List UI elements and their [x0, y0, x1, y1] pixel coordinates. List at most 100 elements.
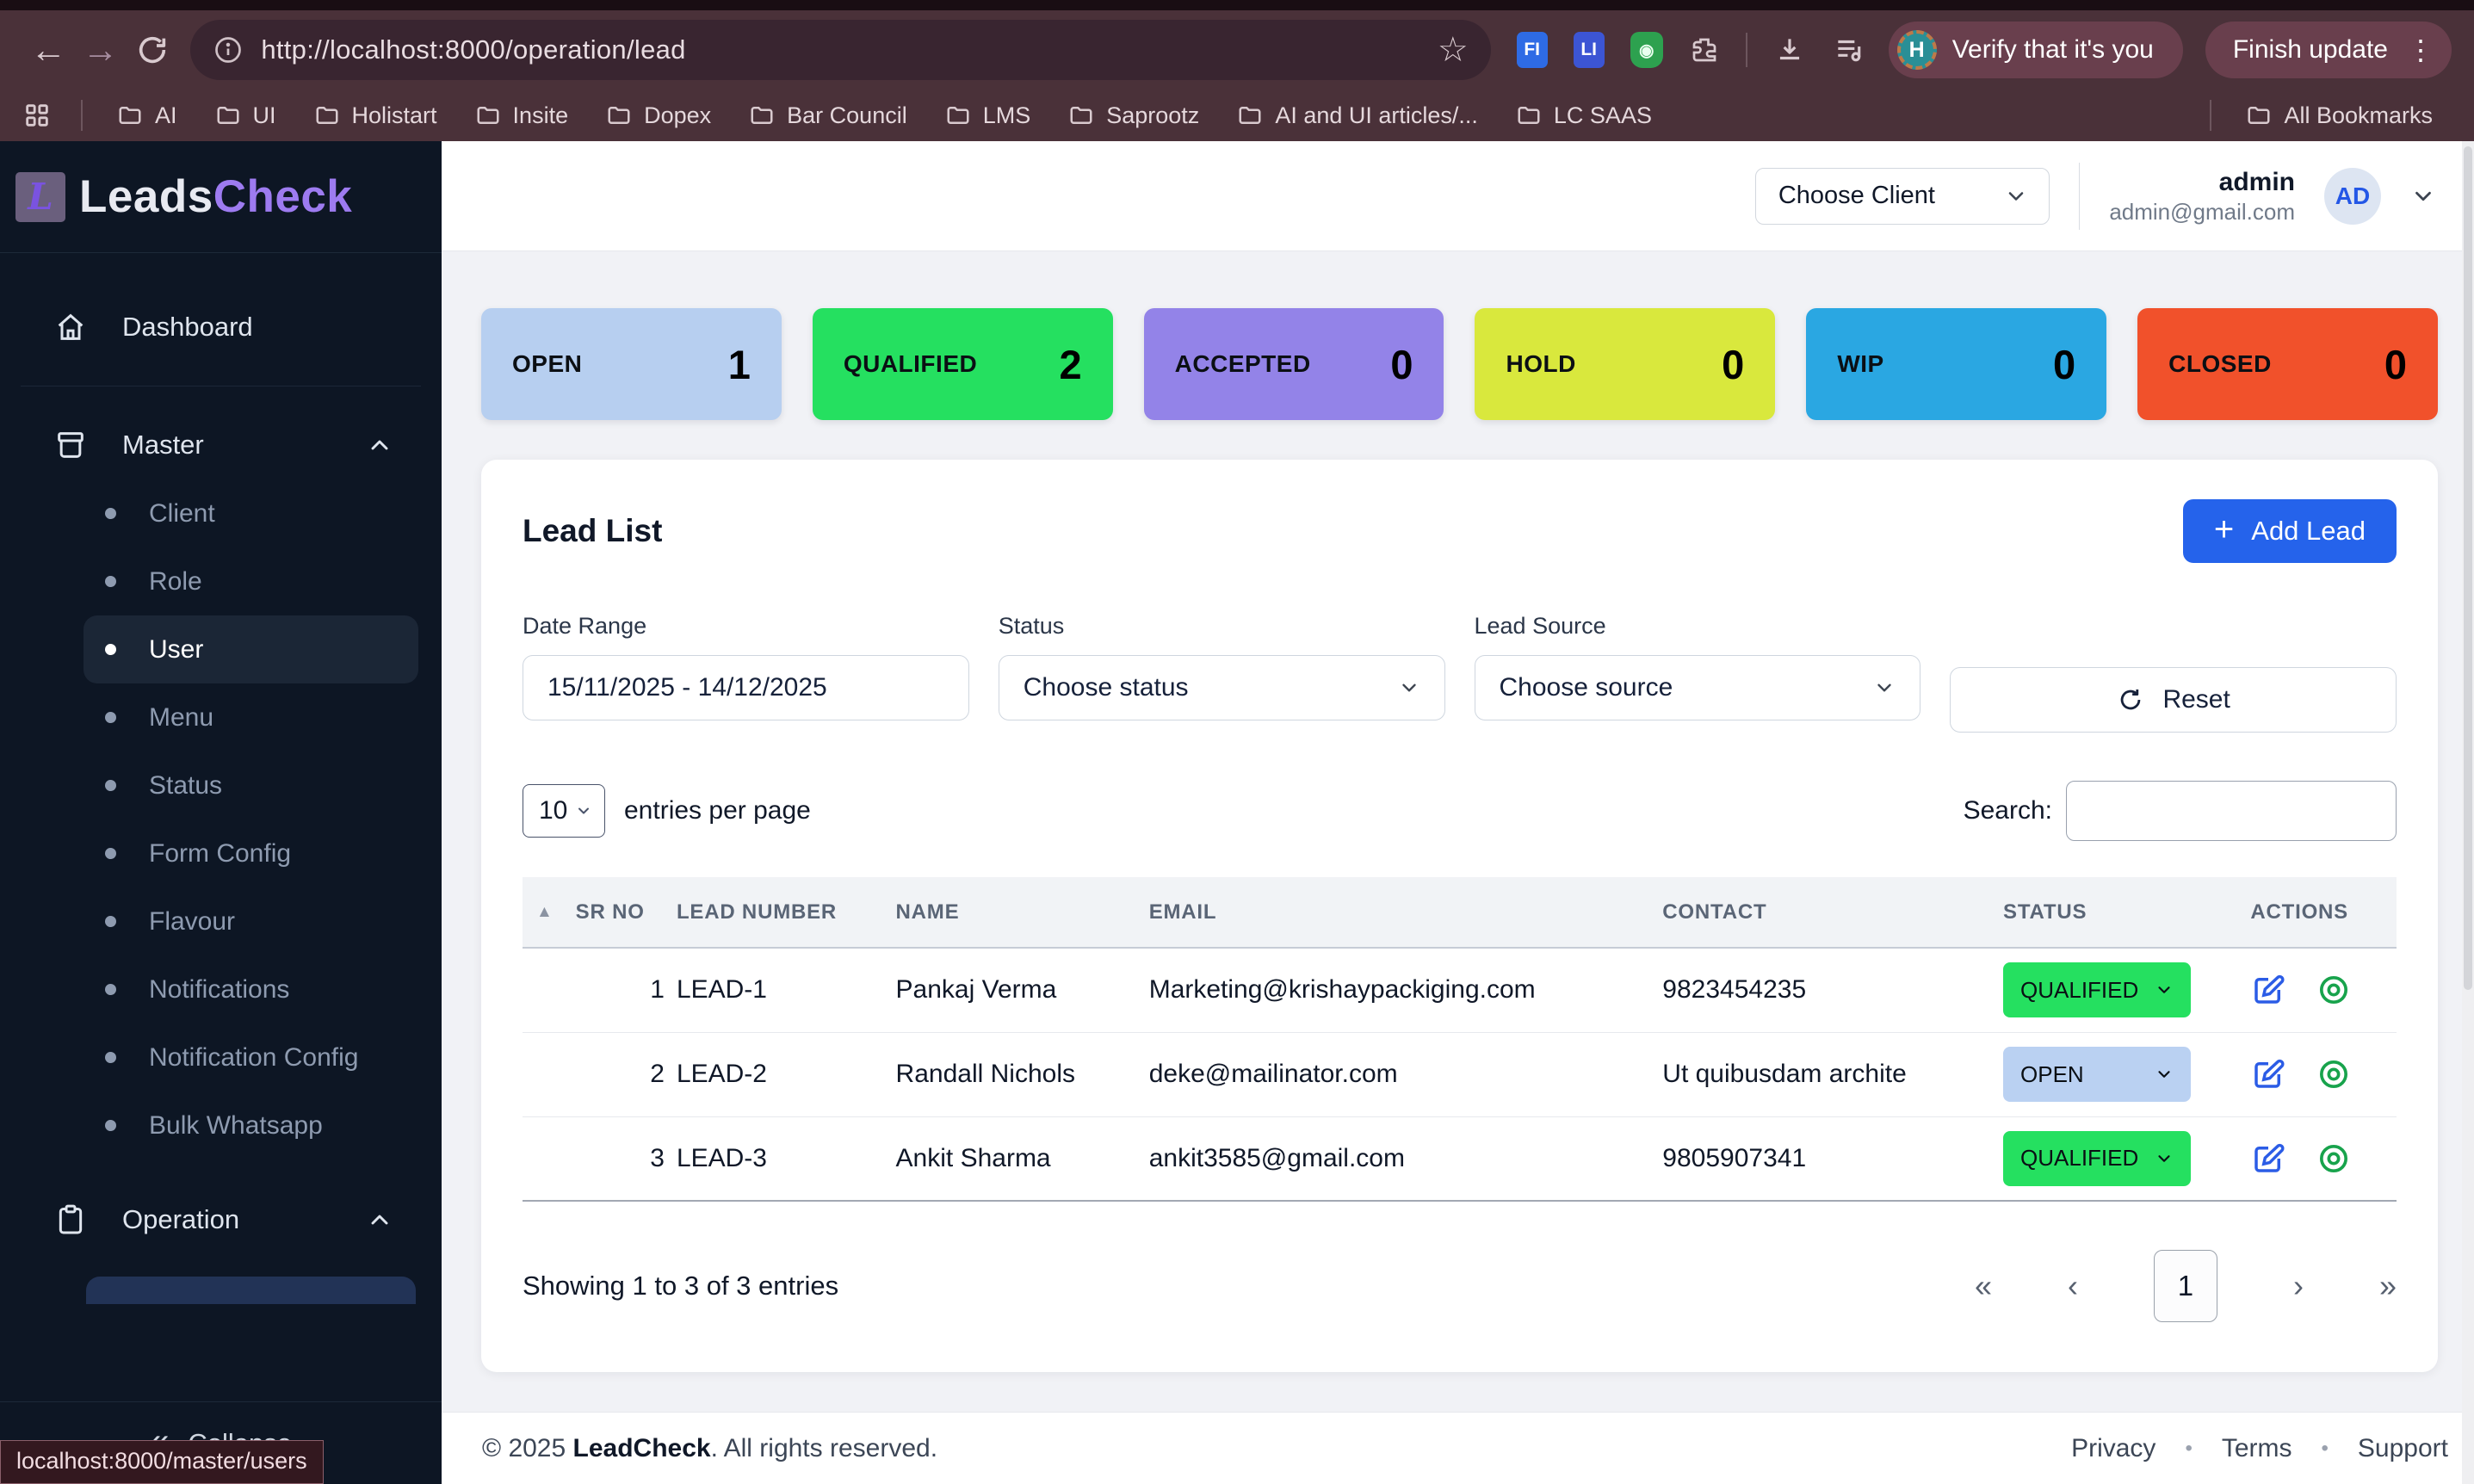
- email-cell: Marketing@krishaypackiging.com: [1148, 948, 1663, 1033]
- address-bar[interactable]: http://localhost:8000/operation/lead ☆: [190, 20, 1491, 80]
- bookmark-folder[interactable]: Saprootz: [1068, 102, 1199, 129]
- bookmark-folder[interactable]: AI and UI articles/...: [1237, 102, 1478, 129]
- table-header-cell[interactable]: ACTIONS: [2250, 877, 2397, 949]
- pagination-first-button[interactable]: «: [1975, 1268, 1992, 1304]
- actions-cell: [2250, 948, 2397, 1033]
- extension-shield-icon[interactable]: ◉: [1630, 32, 1663, 68]
- sidebar-active-item-partial[interactable]: [86, 1277, 416, 1304]
- extension-li-icon[interactable]: LI: [1573, 32, 1605, 68]
- reload-button[interactable]: [127, 23, 178, 77]
- sidebar-section-master[interactable]: Master: [0, 411, 442, 479]
- bookmark-folder[interactable]: LMS: [945, 102, 1030, 129]
- all-bookmarks[interactable]: All Bookmarks: [2194, 100, 2452, 131]
- email-cell: ankit3585@gmail.com: [1148, 1116, 1663, 1202]
- pagination-page-1[interactable]: 1: [2153, 1250, 2217, 1322]
- bookmark-folder[interactable]: Holistart: [314, 102, 437, 129]
- status-badge-select[interactable]: QUALIFIED: [2003, 962, 2192, 1018]
- puzzle-extensions-icon[interactable]: [1689, 34, 1720, 65]
- status-filter-select[interactable]: Choose status: [998, 655, 1445, 720]
- pagination-next-button[interactable]: ›: [2293, 1268, 2304, 1304]
- bullet-icon: [105, 508, 116, 519]
- table-header-cell[interactable]: CONTACT: [1662, 877, 2004, 949]
- table-header-cell[interactable]: LEAD NUMBER: [676, 877, 896, 949]
- add-lead-button[interactable]: + Add Lead: [2182, 499, 2397, 563]
- edit-icon[interactable]: [2250, 972, 2286, 1008]
- sort-icon[interactable]: ▲: [523, 877, 576, 949]
- bookmark-folder[interactable]: LC SAAS: [1516, 102, 1652, 129]
- table-header-cell[interactable]: SR NO: [575, 877, 677, 949]
- entries-per-page-select[interactable]: 10: [523, 784, 605, 838]
- view-icon[interactable]: [2316, 1057, 2351, 1091]
- table-header-cell[interactable]: STATUS: [2003, 877, 2251, 949]
- sidebar-subitem[interactable]: Form Config: [0, 819, 442, 887]
- sidebar-section-operation[interactable]: Operation: [0, 1185, 442, 1254]
- table-row: 3 LEAD-3 Ankit Sharma ankit3585@gmail.co…: [523, 1116, 2397, 1202]
- apps-grid-icon[interactable]: [22, 101, 52, 130]
- status-card: WIP 0: [1806, 308, 2107, 420]
- bookmark-folder[interactable]: UI: [215, 102, 276, 129]
- sidebar-subitem[interactable]: Status: [0, 751, 442, 819]
- choose-client-select[interactable]: Choose Client: [1754, 167, 2050, 225]
- app-logo[interactable]: L LeadsCheck: [0, 141, 442, 253]
- bookmarks-bar: AI UI Holistart Insite Dopex Bar Council…: [0, 90, 2474, 141]
- status-badge-select[interactable]: QUALIFIED: [2003, 1130, 2192, 1186]
- extension-fi-icon[interactable]: FI: [1516, 32, 1548, 68]
- sidebar-subitem[interactable]: Role: [0, 547, 442, 615]
- footer-link[interactable]: Terms: [2222, 1434, 2292, 1463]
- url-text[interactable]: http://localhost:8000/operation/lead: [261, 34, 685, 65]
- user-email: admin@gmail.com: [2109, 199, 2295, 225]
- avatar[interactable]: AD: [2324, 167, 2381, 225]
- scrollbar-thumb[interactable]: [2464, 146, 2472, 990]
- kebab-menu-icon[interactable]: ⋮: [2402, 34, 2440, 66]
- folder-icon: [1070, 107, 1092, 124]
- site-info-icon[interactable]: [213, 34, 244, 65]
- status-badge-select[interactable]: OPEN: [2003, 1047, 2192, 1102]
- bookmark-folder[interactable]: Dopex: [606, 102, 711, 129]
- playlist-icon[interactable]: [1832, 34, 1866, 66]
- search-input[interactable]: [2066, 781, 2397, 841]
- bookmark-star-icon[interactable]: ☆: [1438, 30, 1469, 70]
- table-header-cell[interactable]: EMAIL: [1148, 877, 1663, 949]
- verify-identity-button[interactable]: H Verify that it's you: [1888, 22, 2183, 78]
- sidebar-item-dashboard[interactable]: Dashboard: [0, 293, 442, 362]
- date-range-value: 15/11/2025 - 14/12/2025: [547, 673, 827, 702]
- status-card-value: 0: [2384, 341, 2407, 387]
- finish-update-button[interactable]: Finish update ⋮: [2205, 22, 2452, 78]
- pagination-prev-button[interactable]: ‹: [2068, 1268, 2078, 1304]
- edit-icon[interactable]: [2250, 1141, 2286, 1177]
- forward-button[interactable]: →: [74, 23, 126, 77]
- footer-link[interactable]: Support: [2358, 1434, 2448, 1463]
- sidebar-subitem[interactable]: Client: [0, 479, 442, 547]
- sidebar-subitem[interactable]: Notifications: [0, 955, 442, 1023]
- view-icon[interactable]: [2316, 973, 2351, 1007]
- back-button[interactable]: ←: [22, 23, 74, 77]
- showing-entries-text: Showing 1 to 3 of 3 entries: [523, 1271, 839, 1301]
- sidebar-subitem[interactable]: Flavour: [0, 887, 442, 955]
- row-spacer-cell: [523, 948, 576, 1033]
- sidebar-subitem[interactable]: Menu: [0, 683, 442, 751]
- bookmark-folder[interactable]: Bar Council: [749, 102, 907, 129]
- downloads-icon[interactable]: [1773, 34, 1806, 66]
- view-icon[interactable]: [2316, 1141, 2351, 1176]
- sidebar-subitem[interactable]: User: [83, 615, 418, 683]
- footer-link[interactable]: Privacy: [2071, 1434, 2155, 1463]
- status-card-label: HOLD: [1506, 350, 1576, 377]
- date-range-input[interactable]: 15/11/2025 - 14/12/2025: [523, 655, 969, 720]
- lead-number-cell: LEAD-2: [676, 1032, 896, 1117]
- scrollbar[interactable]: [2462, 141, 2474, 1484]
- sidebar-subitem[interactable]: Notification Config: [0, 1023, 442, 1091]
- sidebar-subitem-label: Status: [149, 770, 223, 800]
- user-menu-chevron-icon[interactable]: [2410, 183, 2436, 209]
- actions-cell: [2250, 1116, 2397, 1202]
- pagination-last-button[interactable]: »: [2379, 1268, 2397, 1304]
- sidebar-subitem[interactable]: Bulk Whatsapp: [0, 1091, 442, 1159]
- edit-icon[interactable]: [2250, 1056, 2286, 1092]
- bookmark-folder[interactable]: AI: [117, 102, 177, 129]
- reset-button[interactable]: Reset: [1950, 667, 2397, 733]
- user-info: admin admin@gmail.com: [2109, 166, 2295, 226]
- lead-source-select[interactable]: Choose source: [1474, 655, 1921, 720]
- plus-icon: +: [2213, 510, 2235, 548]
- bookmark-folder[interactable]: Insite: [475, 102, 568, 129]
- status-badge-label: QUALIFIED: [2020, 976, 2139, 1003]
- table-header-cell[interactable]: NAME: [895, 877, 1149, 949]
